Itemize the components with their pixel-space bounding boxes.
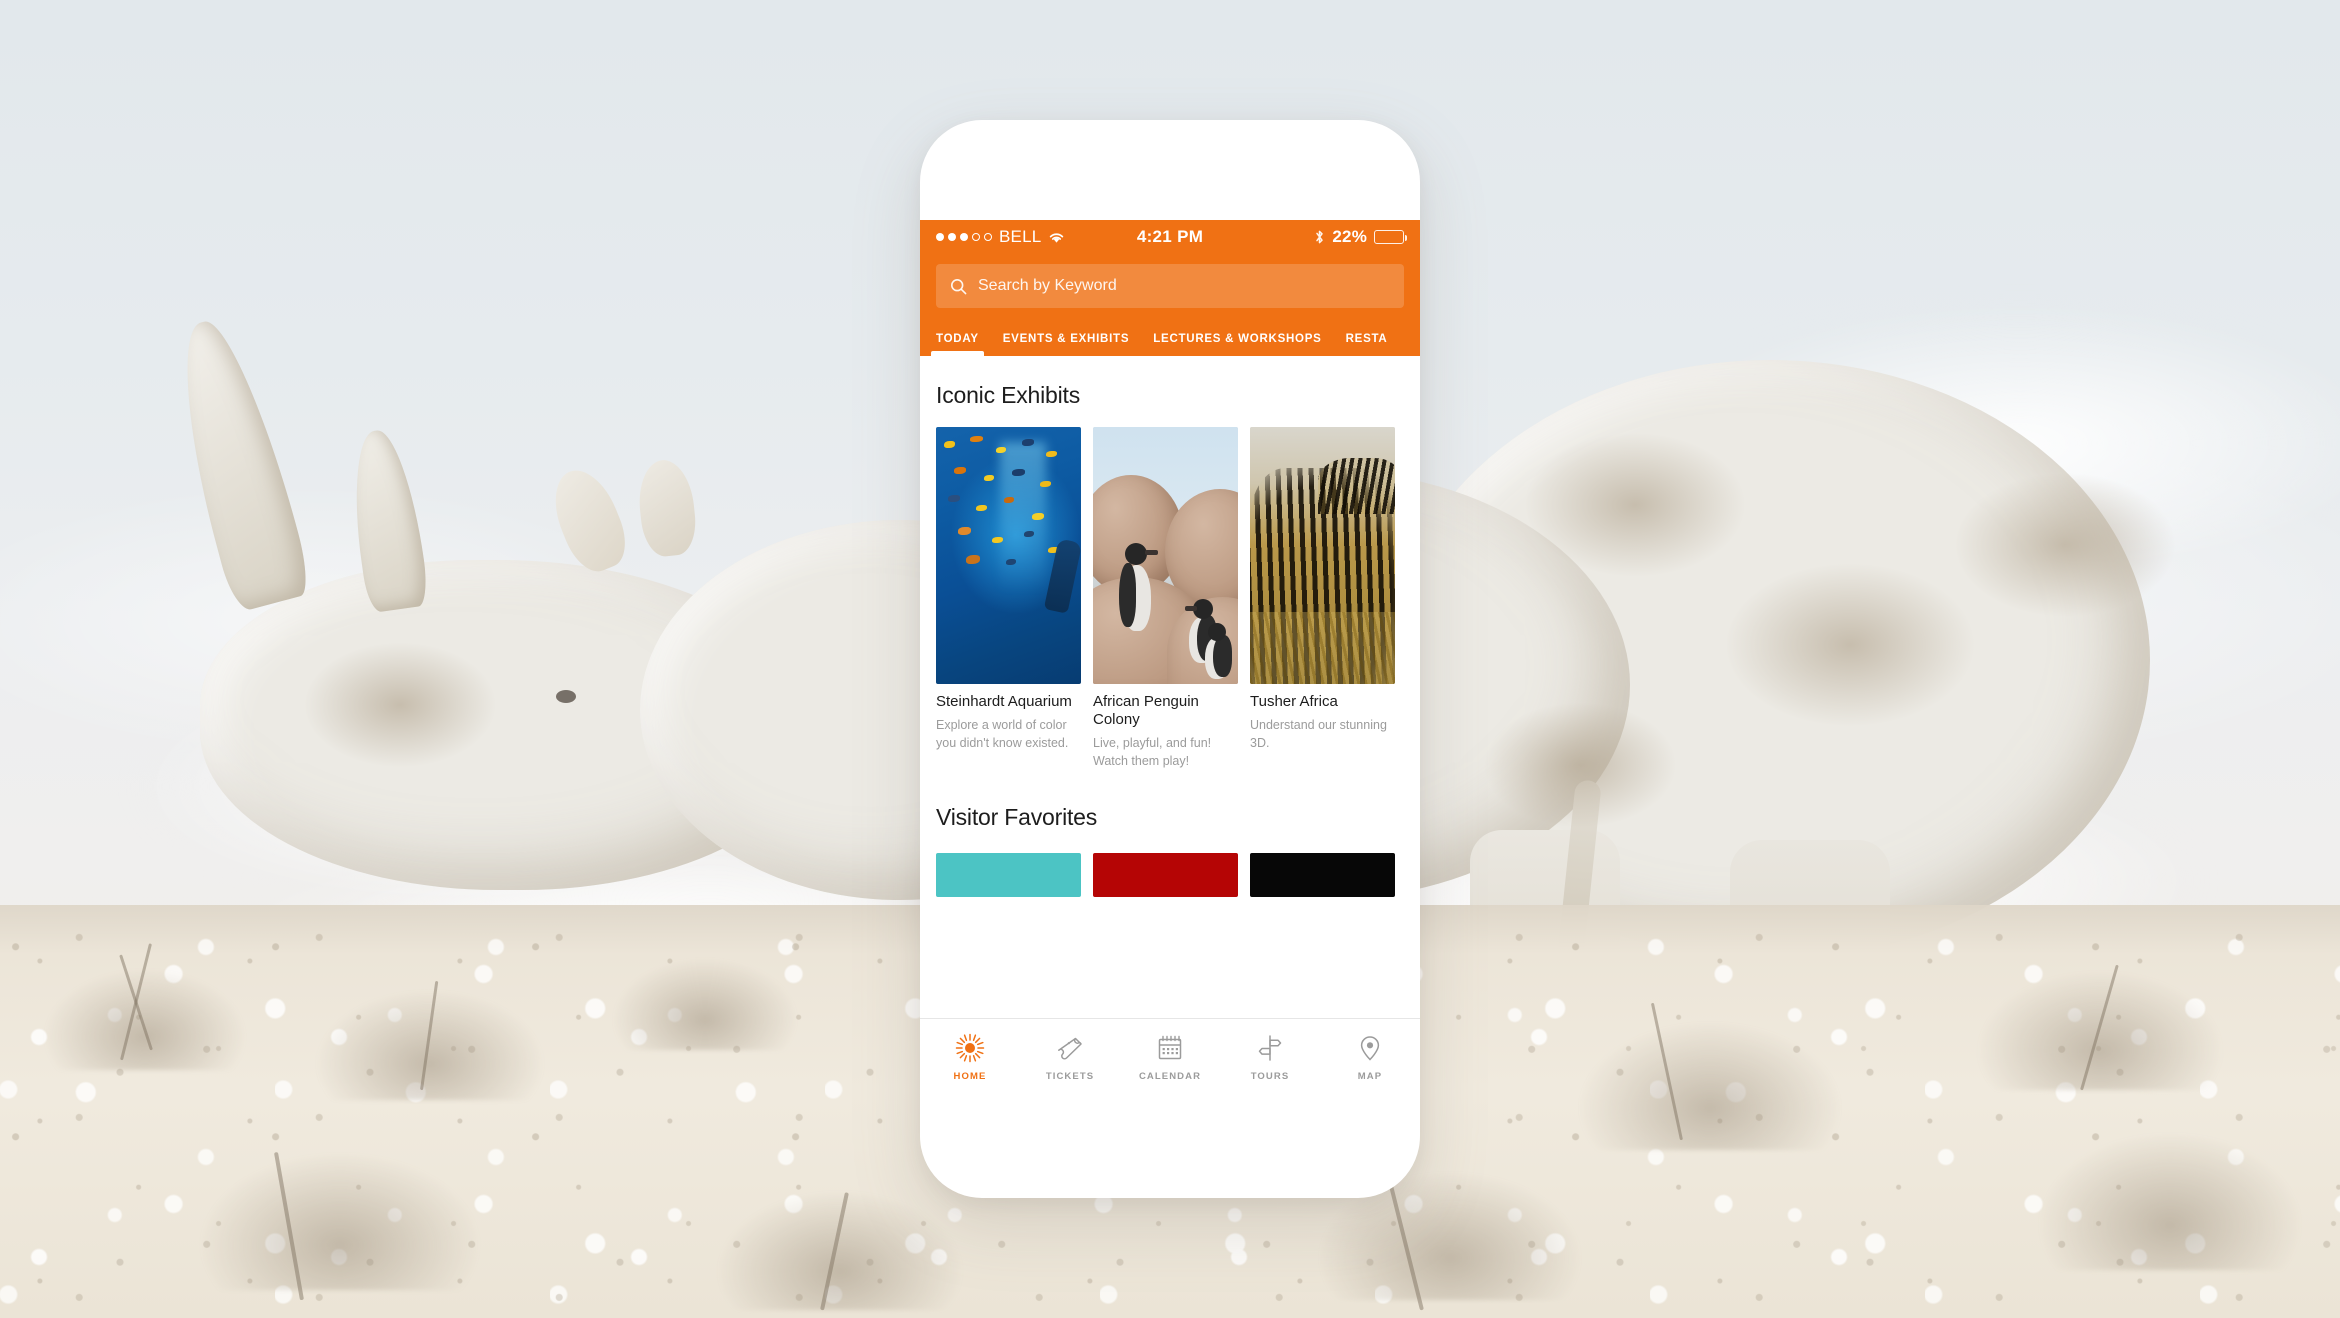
section-title-visitor-favorites: Visitor Favorites: [936, 804, 1098, 831]
favorite-card[interactable]: [936, 853, 1081, 898]
section-title-iconic-exhibits: Iconic Exhibits: [936, 382, 1081, 408]
phone-screen: BELL 4:21 PM 22% Search by Keyword TODAY…: [920, 220, 1420, 1096]
exhibit-card[interactable]: African Penguin Colony Live, playful, an…: [1093, 427, 1238, 770]
tabbar-item-map[interactable]: MAP: [1320, 1033, 1420, 1082]
mud-patch: [1720, 560, 1980, 730]
battery-icon: [1374, 230, 1408, 244]
mud-patch: [1480, 700, 1680, 830]
ticket-icon: [1055, 1033, 1085, 1063]
tab-today[interactable]: TODAY: [931, 333, 984, 356]
status-bar: BELL 4:21 PM 22%: [920, 220, 1420, 254]
exhibit-title: Tusher Africa: [1250, 693, 1338, 710]
exhibit-image-aquarium[interactable]: [936, 427, 1081, 684]
exhibit-card[interactable]: Tusher Africa Understand our stunning 3D…: [1250, 427, 1395, 770]
scrub-bush: [600, 950, 810, 1050]
battery-percent-label: 22%: [1332, 227, 1368, 246]
carrier-label: BELL: [999, 227, 1042, 246]
bottom-tab-bar: HOME TICKETS CALENDAR TOURS MAP: [920, 1018, 1420, 1096]
tabbar-label-home: HOME: [953, 1071, 987, 1082]
tab-restaurants[interactable]: RESTA: [1346, 333, 1388, 356]
tab-lectures-workshops[interactable]: LECTURES & WORKSHOPS: [1153, 333, 1321, 356]
phone-mockup: BELL 4:21 PM 22% Search by Keyword TODAY…: [920, 120, 1420, 1198]
tab-events-exhibits[interactable]: EVENTS & EXHIBITS: [1003, 333, 1130, 356]
favorite-card[interactable]: [1093, 853, 1238, 898]
map-pin-icon: [1355, 1033, 1385, 1063]
scrub-bush: [700, 1180, 980, 1310]
calendar-icon: [1155, 1033, 1185, 1063]
mud-patch: [300, 640, 500, 770]
search-icon: [950, 278, 967, 295]
scrub-bush: [30, 960, 260, 1070]
clock: 4:21 PM: [1136, 227, 1204, 246]
signpost-icon: [1255, 1033, 1285, 1063]
scrub-bush: [2020, 1120, 2320, 1270]
scrub-bush: [1560, 1010, 1860, 1150]
mud-patch: [1950, 470, 2180, 620]
exhibit-description: Understand our stunning 3D.: [1250, 718, 1387, 751]
wifi-icon: [1048, 231, 1065, 244]
tabbar-label-map: MAP: [1357, 1071, 1383, 1082]
exhibit-title: African Penguin Colony: [1093, 693, 1199, 728]
exhibit-description: Explore a world of color you didn't know…: [936, 718, 1069, 751]
mud-patch: [1520, 430, 1750, 580]
sun-icon: [955, 1033, 985, 1063]
scrub-bush: [180, 1140, 500, 1290]
favorite-card[interactable]: [1250, 853, 1395, 898]
iconic-exhibits-carousel[interactable]: Steinhardt Aquarium Explore a world of c…: [920, 427, 1420, 770]
search-input[interactable]: Search by Keyword: [978, 277, 1117, 295]
signal-strength-icon: [936, 233, 992, 241]
tabbar-item-tickets[interactable]: TICKETS: [1020, 1033, 1120, 1082]
category-tabs: TODAY EVENTS & EXHIBITS LECTURES & WORKS…: [920, 320, 1420, 356]
rhino-eye: [556, 690, 576, 703]
tabbar-label-tickets: TICKETS: [1045, 1071, 1095, 1082]
exhibit-image-zebras[interactable]: [1250, 427, 1395, 684]
app-header: Search by Keyword TODAY EVENTS & EXHIBIT…: [920, 254, 1420, 356]
bluetooth-icon: [1314, 229, 1325, 245]
exhibit-title: Steinhardt Aquarium: [936, 693, 1072, 710]
tabbar-label-tours: TOURS: [1250, 1071, 1290, 1082]
tabbar-item-home[interactable]: HOME: [920, 1033, 1020, 1082]
search-bar[interactable]: Search by Keyword: [936, 264, 1404, 308]
tabbar-item-calendar[interactable]: CALENDAR: [1120, 1033, 1220, 1082]
exhibit-description: Live, playful, and fun! Watch them play!: [1093, 736, 1212, 769]
main-content: Iconic Exhibits Steinhardt Aquarium Expl…: [920, 356, 1420, 1018]
exhibit-card[interactable]: Steinhardt Aquarium Explore a world of c…: [936, 427, 1081, 770]
exhibit-image-penguins[interactable]: [1093, 427, 1238, 684]
tabbar-item-tours[interactable]: TOURS: [1220, 1033, 1320, 1082]
tabbar-label-calendar: CALENDAR: [1138, 1071, 1202, 1082]
visitor-favorites-carousel[interactable]: [920, 853, 1420, 898]
